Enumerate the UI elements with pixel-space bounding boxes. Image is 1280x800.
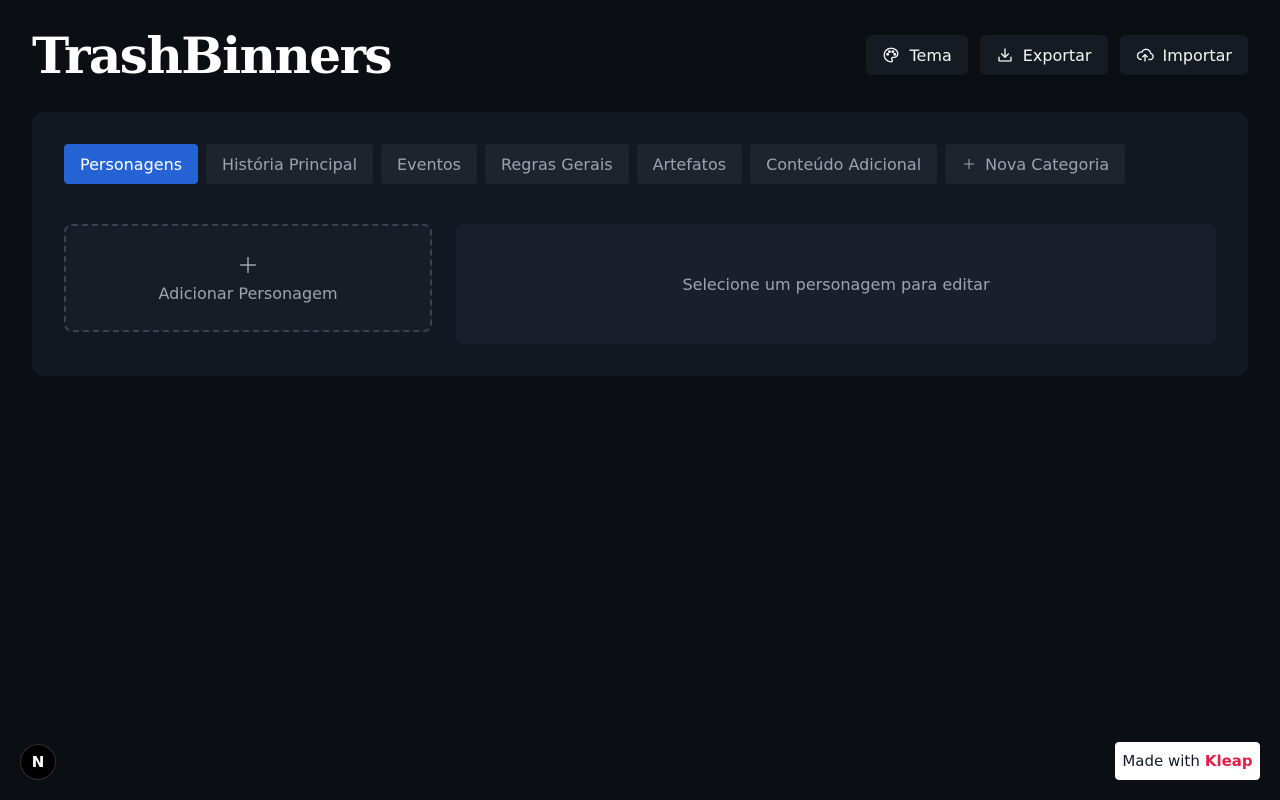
tab-personagens[interactable]: Personagens	[64, 144, 199, 184]
tab-regras-gerais[interactable]: Regras Gerais	[484, 144, 629, 184]
tab-historia-principal[interactable]: História Principal	[206, 144, 374, 184]
nextjs-badge[interactable]: N	[20, 744, 56, 780]
export-button[interactable]: Exportar	[979, 35, 1108, 75]
made-with-kleap-badge[interactable]: Made with Kleap	[1115, 742, 1260, 780]
plus-icon	[239, 256, 257, 273]
add-character-label: Adicionar Personagem	[158, 283, 338, 303]
new-category-button[interactable]: Nova Categoria	[945, 144, 1126, 184]
character-editor-placeholder: Selecione um personagem para editar	[456, 224, 1216, 344]
palette-icon	[884, 47, 899, 63]
tab-label: Regras Gerais	[500, 154, 613, 174]
download-icon	[998, 48, 1012, 62]
tab-label: História Principal	[222, 154, 358, 174]
app-header: TrashBinners Tema Exportar Importar	[32, 28, 1248, 84]
app-page: TrashBinners Tema Exportar Importar Pers…	[0, 0, 1280, 800]
tab-label: Personagens	[80, 154, 183, 174]
tab-conteudo-adicional[interactable]: Conteúdo Adicional	[750, 144, 938, 184]
import-button[interactable]: Importar	[1119, 35, 1248, 75]
add-character-card[interactable]: Adicionar Personagem	[64, 224, 432, 332]
theme-button[interactable]: Tema	[866, 35, 968, 75]
tab-label: Conteúdo Adicional	[766, 154, 922, 174]
editor-placeholder-text: Selecione um personagem para editar	[682, 274, 990, 294]
main-panel: Personagens História Principal Eventos R…	[32, 112, 1248, 376]
header-actions: Tema Exportar Importar	[866, 35, 1248, 75]
export-button-label: Exportar	[1022, 45, 1092, 65]
badge-letter: N	[31, 753, 45, 771]
upload-cloud-icon	[1136, 48, 1154, 62]
import-button-label: Importar	[1162, 45, 1232, 65]
tab-label: Artefatos	[652, 154, 727, 174]
kleap-brand: Kleap	[1204, 752, 1253, 770]
tab-eventos[interactable]: Eventos	[381, 144, 477, 184]
tab-label: Eventos	[397, 154, 461, 174]
new-category-label: Nova Categoria	[985, 154, 1110, 174]
category-tabs: Personagens História Principal Eventos R…	[64, 144, 1126, 184]
made-with-prefix: Made with	[1122, 752, 1200, 770]
tab-artefatos[interactable]: Artefatos	[636, 144, 743, 184]
plus-icon	[963, 158, 975, 170]
app-title: TrashBinners	[32, 26, 393, 85]
theme-button-label: Tema	[909, 45, 952, 65]
